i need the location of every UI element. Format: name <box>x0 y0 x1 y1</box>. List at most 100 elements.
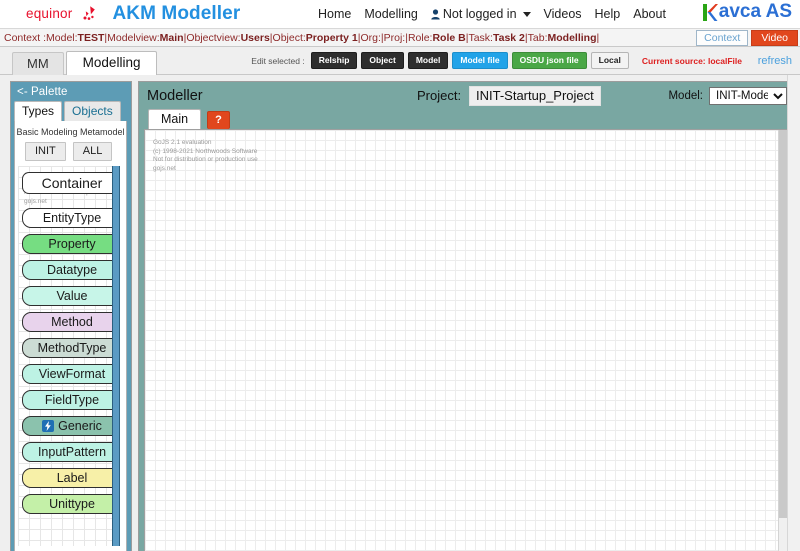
context-prefix: Context : <box>4 31 47 44</box>
palette-item-label: Unittype <box>49 497 95 511</box>
palette-filter-init[interactable]: INIT <box>25 142 66 161</box>
context-field-role-label: Role: <box>407 31 433 44</box>
palette-item-label: EntityType <box>42 211 102 225</box>
palette-item-value[interactable]: Value <box>22 286 120 306</box>
palette-item-methodtype[interactable]: MethodType <box>22 338 120 358</box>
palette-item-datatype[interactable]: Datatype <box>22 260 120 280</box>
nav-link-home[interactable]: Home <box>318 7 351 21</box>
modeller-panel: Modeller Project: INIT-Startup_Project M… <box>138 81 794 551</box>
context-field-org-label: Org: <box>360 31 381 44</box>
palette-item-label: Label <box>56 471 88 485</box>
context-button[interactable]: Context <box>696 30 749 46</box>
palette-item-label: Value <box>56 289 88 303</box>
palette-item-method[interactable]: Method <box>22 312 120 332</box>
palette-item-label-node[interactable]: Label <box>22 468 120 488</box>
context-field-task-value: Task 2 <box>492 31 525 44</box>
modeller-title: Modeller <box>147 87 203 104</box>
context-field-role-value: Role B <box>432 31 466 44</box>
palette-item-label: Property <box>48 237 96 251</box>
modeller-tab-main[interactable]: Main <box>148 109 202 129</box>
context-field-object-value: Property 1 <box>305 31 358 44</box>
palette-item-unittype[interactable]: Unittype <box>22 494 120 514</box>
palette-scrollbar-thumb[interactable] <box>112 166 120 546</box>
palette-item-fieldtype[interactable]: FieldType <box>22 390 120 410</box>
palette-tab-types[interactable]: Types <box>14 101 63 121</box>
edit-model-button[interactable]: Model <box>407 52 449 69</box>
main-tabstrip: MM Modelling Edit selected : Relship Obj… <box>0 47 800 75</box>
context-field-modelview-value: Main <box>159 31 184 44</box>
nav-link-videos[interactable]: Videos <box>544 7 582 21</box>
palette-tabs: Types Objects <box>11 101 131 121</box>
video-button[interactable]: Video <box>751 30 798 46</box>
palette-item-generic[interactable]: Generic <box>22 416 120 436</box>
context-field-tab-value: Modelling <box>547 31 597 44</box>
model-label: Model: <box>668 89 703 102</box>
project-label: Project: <box>417 88 462 103</box>
refresh-link[interactable]: refresh <box>758 55 792 67</box>
kavca-logo: avca AS <box>702 1 792 23</box>
palette-item-label: FieldType <box>44 393 100 407</box>
nav-link-modelling[interactable]: Modelling <box>364 7 418 21</box>
edit-relship-button[interactable]: Relship <box>310 52 358 69</box>
osdu-json-file-button[interactable]: OSDU json file <box>511 52 587 69</box>
palette-filter-buttons: INIT ALL <box>15 142 126 166</box>
kavca-wordmark: avca AS <box>718 1 792 22</box>
palette-title[interactable]: <- Palette <box>11 84 131 101</box>
project-value[interactable]: INIT-Startup_Project <box>469 85 601 106</box>
palette-item-property[interactable]: Property <box>22 234 120 254</box>
kavca-k-icon <box>702 1 718 23</box>
nav-user-menu[interactable]: Not logged in <box>431 7 531 21</box>
modeller-header: Modeller Project: INIT-Startup_Project M… <box>139 85 793 107</box>
palette-item-label: MethodType <box>37 341 107 355</box>
modeller-watermark-line-1: GoJS 2.1 evaluation <box>153 139 212 146</box>
nav-link-help[interactable]: Help <box>595 7 621 21</box>
palette-watermark-line-4: gojs.net <box>24 197 47 205</box>
palette-item-label: Container <box>41 175 103 191</box>
edit-selected-label: Edit selected : <box>251 55 305 66</box>
modeller-watermark-line-4: gojs.net <box>153 164 176 172</box>
current-source-status: Current source: localFile <box>641 55 742 66</box>
palette-tab-objects[interactable]: Objects <box>64 101 121 121</box>
equinor-star-icon <box>80 5 98 23</box>
nav-link-about[interactable]: About <box>633 7 666 21</box>
palette-item-viewformat[interactable]: ViewFormat <box>22 364 120 384</box>
edit-object-button[interactable]: Object <box>361 52 404 69</box>
person-icon <box>431 8 440 20</box>
modeller-watermark: GoJS 2.1 evaluation (c) 1998-2021 Northw… <box>153 139 258 173</box>
app-title: AKM Modeller <box>112 2 241 24</box>
palette-item-label: Method <box>51 315 93 329</box>
context-field-model-value: TEST <box>77 31 105 44</box>
palette-filter-all[interactable]: ALL <box>72 142 113 161</box>
modeller-canvas-wrapper: GoJS 2.1 evaluation (c) 1998-2021 Northw… <box>144 129 788 551</box>
modeller-tabs: Main ? <box>139 107 793 129</box>
tab-mm[interactable]: MM <box>12 52 64 75</box>
tab-modelling[interactable]: Modelling <box>65 51 158 75</box>
brand-block: equinor AKM Modeller <box>0 3 240 25</box>
palette-item-entitytype[interactable]: EntityType <box>22 208 120 228</box>
context-field-objectview-label: Objectview: <box>186 31 241 44</box>
page-vertical-scrollbar[interactable] <box>787 75 800 551</box>
model-select[interactable]: INIT-Model <box>709 86 787 105</box>
nav-links: Home Modelling Not logged in Videos Help… <box>318 0 666 28</box>
palette-canvas[interactable]: GoJS 2.1 evaluation (c) 1998-2021 Northw… <box>18 166 120 546</box>
palette-item-label: ViewFormat <box>38 367 106 381</box>
modeller-canvas[interactable]: GoJS 2.1 evaluation (c) 1998-2021 Northw… <box>145 130 787 551</box>
modeller-vscrollbar-thumb[interactable] <box>779 130 787 519</box>
local-button[interactable]: Local <box>590 52 629 69</box>
top-navbar: equinor AKM Modeller Home Modelling Not … <box>0 0 800 28</box>
model-file-button[interactable]: Model file <box>452 52 508 69</box>
context-bar-buttons: Context Video <box>696 30 798 46</box>
context-field-model-label: Model: <box>46 31 78 44</box>
palette-vertical-scrollbar[interactable] <box>112 166 120 546</box>
context-field-proj-label: Proj: <box>383 31 406 44</box>
palette-body: Basic Modeling Metamodel INIT ALL GoJS 2… <box>14 121 127 551</box>
palette-item-container[interactable]: Container <box>22 172 120 194</box>
modeller-vertical-scrollbar[interactable] <box>778 130 787 551</box>
context-field-object-label: Object: <box>272 31 306 44</box>
context-field-modelview-label: Modelview: <box>107 31 160 44</box>
nav-user-label: Not logged in <box>442 7 517 21</box>
edit-toolbar: Edit selected : Relship Object Model Mod… <box>251 52 742 69</box>
lightning-bolt-icon <box>42 420 55 432</box>
palette-item-inputpattern[interactable]: InputPattern <box>22 442 120 462</box>
modeller-help-button[interactable]: ? <box>207 111 230 129</box>
